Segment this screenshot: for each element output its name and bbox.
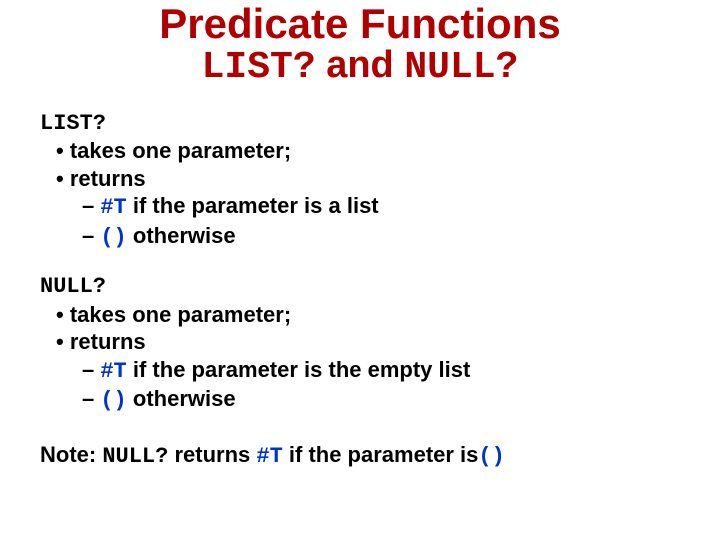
list-dash-2-code: () <box>100 225 126 250</box>
note-code-t: #T <box>256 444 282 469</box>
list-dash-1: #T if the parameter is a list <box>104 192 680 222</box>
list-dash-1-rest: if the parameter is a list <box>127 193 379 218</box>
list-dash-2-rest: otherwise <box>127 223 236 248</box>
title-line2: LIST? and NULL? <box>40 46 680 88</box>
null-bullets: takes one parameter; returns <box>40 301 680 356</box>
title-and: and <box>316 44 405 86</box>
list-bullets: takes one parameter; returns <box>40 137 680 192</box>
null-bullet-2: returns <box>74 328 680 356</box>
null-dash-1-rest: if the parameter is the empty list <box>127 357 471 382</box>
list-dash-1-code: #T <box>100 195 126 220</box>
note-mid1: returns <box>168 442 256 467</box>
slide: Predicate Functions LIST? and NULL? LIST… <box>0 2 720 540</box>
null-dash-1-code: #T <box>100 359 126 384</box>
note-mid2: if the parameter is <box>283 442 479 467</box>
title-code-null: NULL? <box>404 46 518 89</box>
null-bullet-1: takes one parameter; <box>74 301 680 329</box>
note-code-paren: () <box>478 444 504 469</box>
null-section-head: NULL? <box>40 273 680 301</box>
title-code-list: LIST? <box>202 46 316 89</box>
list-section-head: LIST? <box>40 110 680 138</box>
slide-title: Predicate Functions LIST? and NULL? <box>40 2 680 88</box>
null-dash-1: #T if the parameter is the empty list <box>104 356 680 386</box>
list-dashes: #T if the parameter is a list () otherwi… <box>40 192 680 251</box>
null-dash-2-code: () <box>100 388 126 413</box>
title-line1: Predicate Functions <box>40 2 680 46</box>
null-dash-2-rest: otherwise <box>127 386 236 411</box>
null-dashes: #T if the parameter is the empty list ()… <box>40 356 680 415</box>
note-code-null: NULL? <box>102 444 168 469</box>
list-bullet-2: returns <box>74 165 680 193</box>
list-bullet-1: takes one parameter; <box>74 137 680 165</box>
list-dash-2: () otherwise <box>104 222 680 252</box>
note-line: Note: NULL? returns #T if the parameter … <box>40 441 680 471</box>
null-dash-2: () otherwise <box>104 385 680 415</box>
note-prefix: Note: <box>40 442 102 467</box>
body: LIST? takes one parameter; returns #T if… <box>40 110 680 471</box>
